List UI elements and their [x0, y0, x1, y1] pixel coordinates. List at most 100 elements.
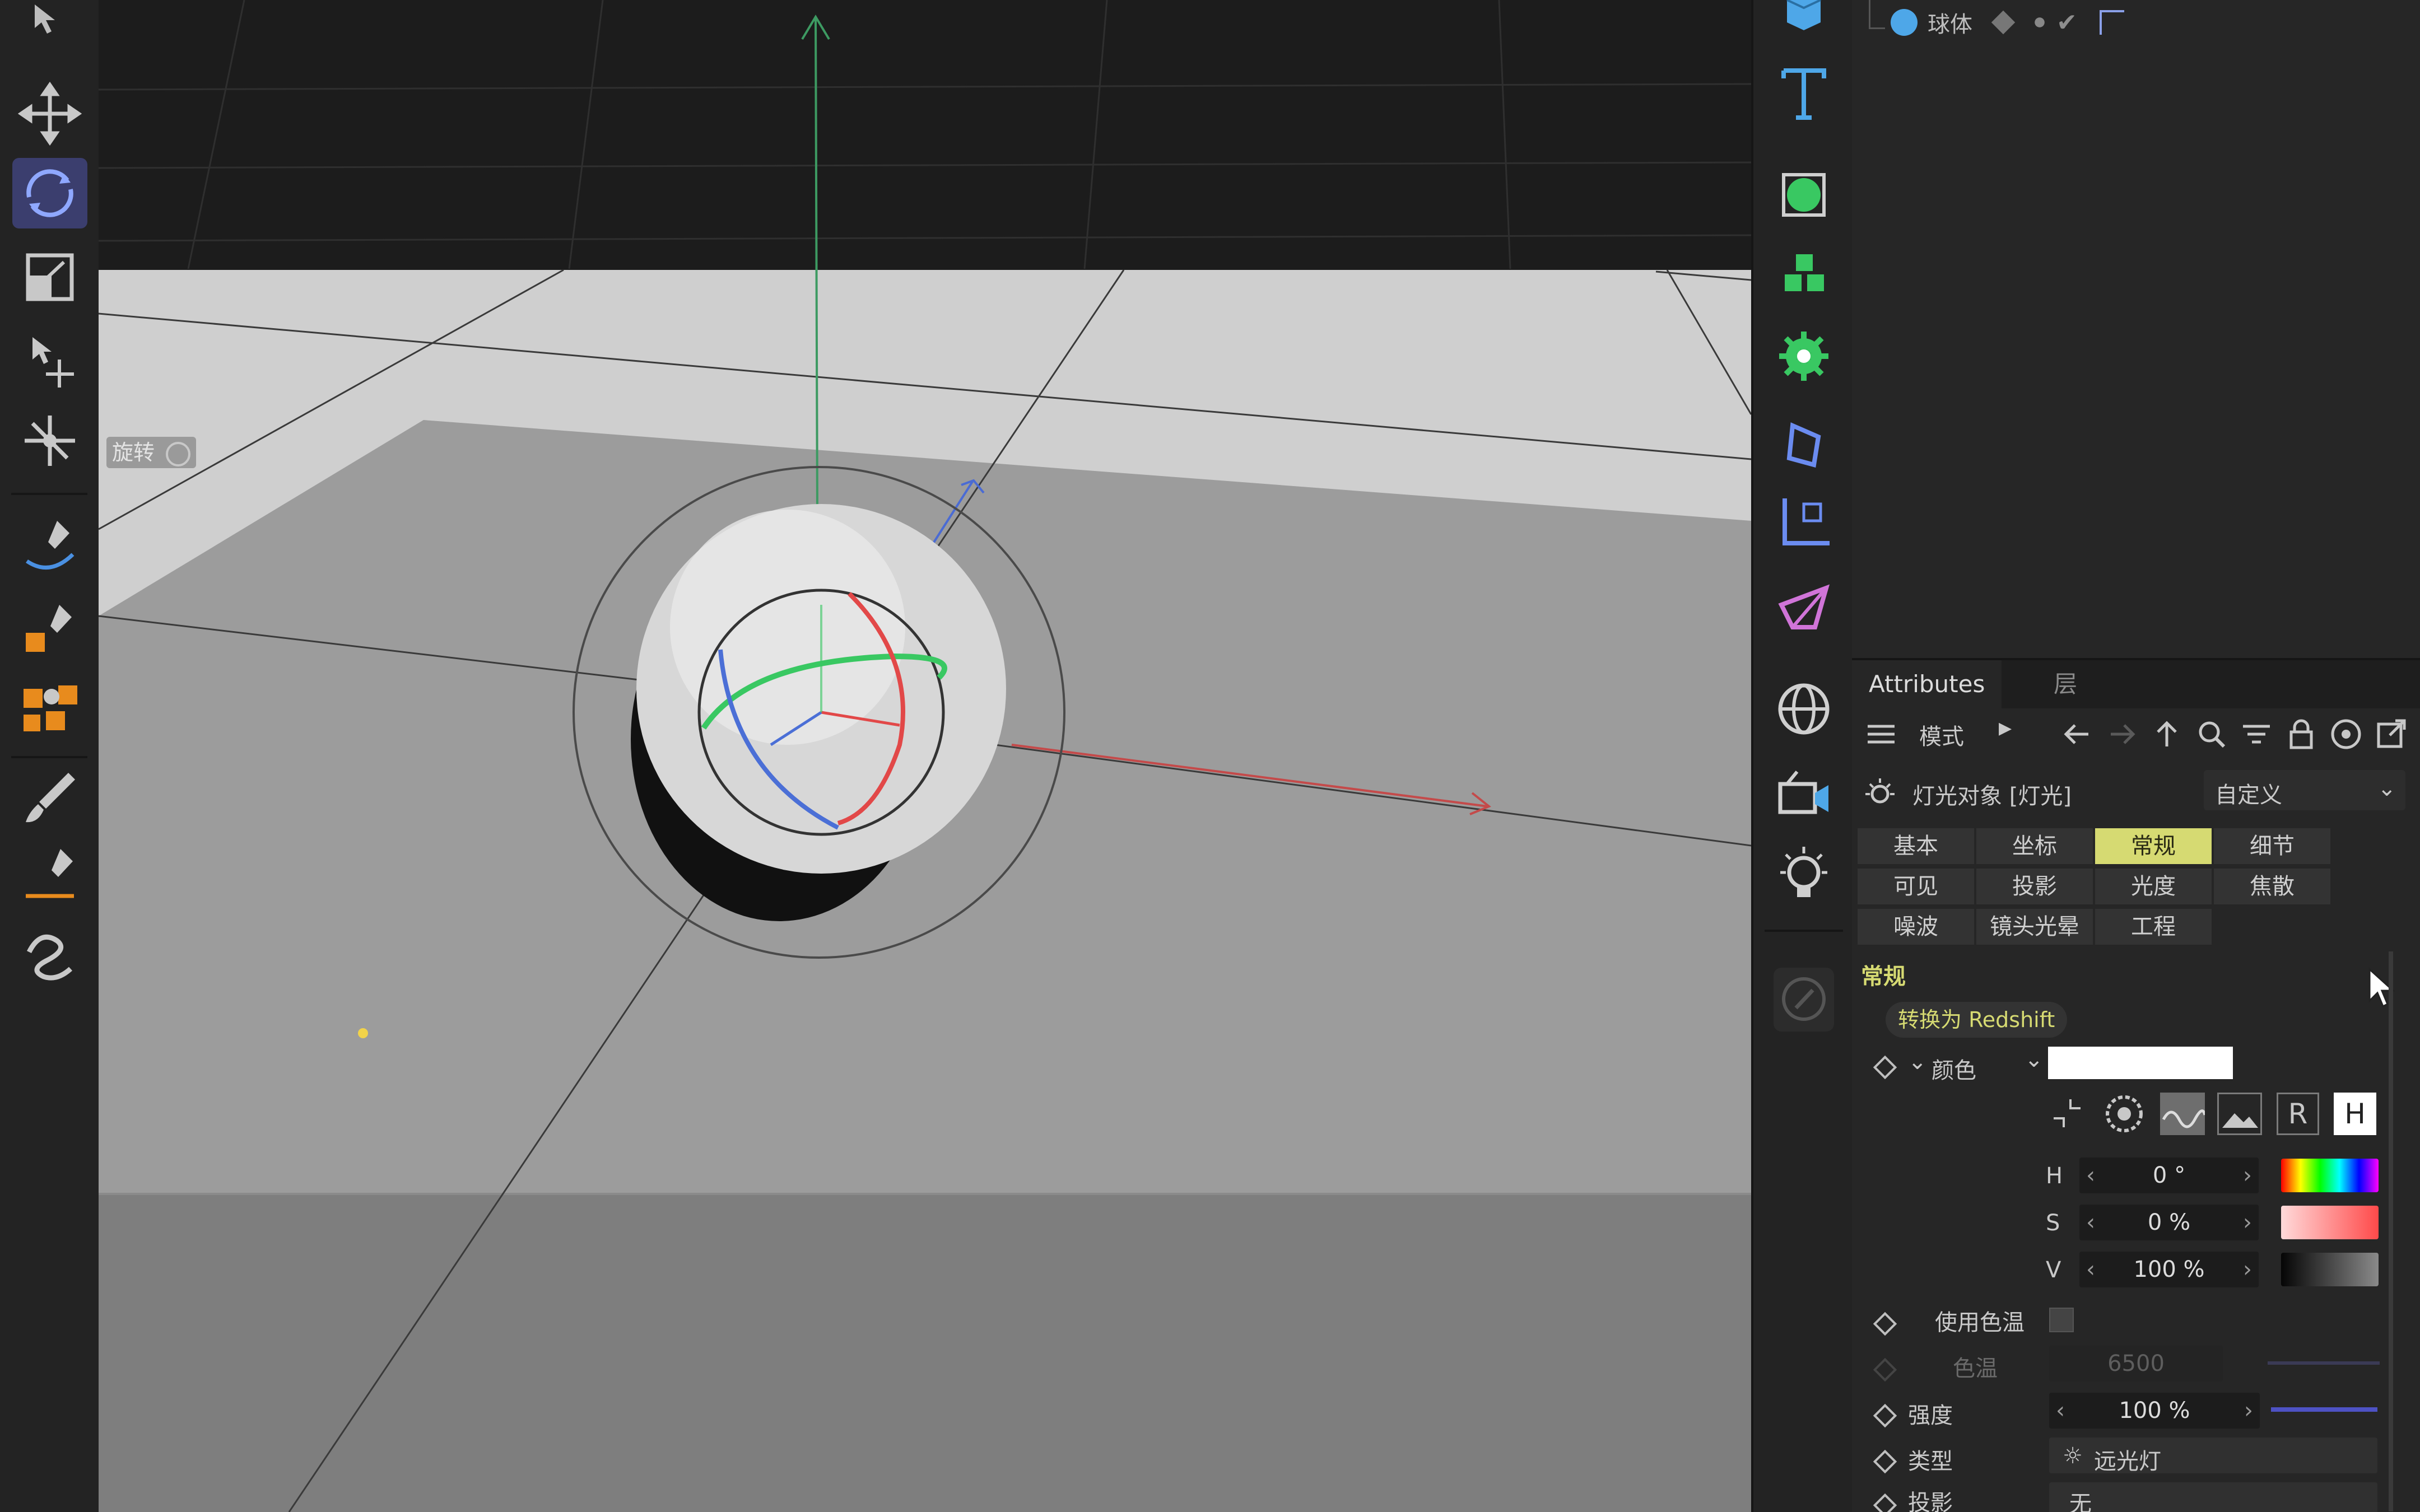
intensity-field[interactable]: ‹ 100 % › — [2049, 1393, 2260, 1429]
spline-pen-tool-button[interactable] — [12, 510, 87, 580]
rotate-tool-button[interactable] — [12, 158, 87, 228]
select-arrow-icon — [35, 4, 55, 34]
section-title: 常规 — [1861, 964, 1906, 990]
pen-line-tool-button[interactable] — [12, 840, 87, 911]
shadow-dropdown[interactable]: 无 — [2049, 1482, 2377, 1512]
mode-menu[interactable]: 模式 — [1919, 718, 1964, 751]
decrement-arrow-icon[interactable]: ‹ — [2086, 1205, 2095, 1240]
camera-object-button[interactable] — [1765, 756, 1843, 829]
multi-transform-tool-button[interactable] — [12, 405, 87, 476]
toolbar-divider — [11, 493, 87, 495]
prop-tab-1-1[interactable]: 投影 — [1976, 869, 2093, 904]
prop-tab-0-1[interactable]: 坐标 — [1976, 828, 2093, 864]
up-arrow-icon[interactable] — [2149, 716, 2185, 752]
color-picker-toggle-icon[interactable] — [2048, 1094, 2087, 1133]
scene-object-button[interactable] — [1765, 487, 1843, 560]
search-icon[interactable] — [2194, 716, 2230, 752]
attributes-panel: Attributes 层 模式 ▶ 灯光对象 [灯光] 自定义 ⌄ 基本 坐标 常规… — [1852, 658, 2420, 1512]
hue-field[interactable]: ‹ 0 ° › — [2079, 1158, 2259, 1193]
intensity-slider[interactable] — [2271, 1407, 2377, 1412]
object-row[interactable]: 球体 ✔ — [1869, 0, 2124, 45]
edit-object-button[interactable] — [1765, 963, 1843, 1036]
keyframe-diamond-icon[interactable] — [1873, 1449, 1897, 1474]
attributes-scrollbar[interactable] — [2389, 951, 2393, 1511]
cloner-object-button[interactable] — [1765, 241, 1843, 314]
increment-arrow-icon[interactable]: › — [2243, 1158, 2252, 1193]
object-palette-strip — [1751, 0, 1856, 1512]
prop-tab-2-2[interactable]: 工程 — [2095, 909, 2212, 945]
subdivision-icon — [1782, 173, 1826, 217]
saturation-gradient-slider[interactable] — [2281, 1206, 2379, 1239]
target-icon[interactable] — [2328, 716, 2364, 752]
hsv-mode-button[interactable]: H — [2334, 1093, 2376, 1135]
generator-object-button[interactable] — [1765, 157, 1843, 230]
color-swatch[interactable] — [2048, 1047, 2233, 1079]
value-gradient-slider[interactable] — [2281, 1253, 2379, 1286]
use-temperature-checkbox[interactable] — [2049, 1308, 2074, 1332]
deformer-object-button[interactable] — [1765, 319, 1843, 392]
convert-redshift-button[interactable]: 转换为 Redshift — [1886, 1002, 2068, 1038]
generator-tool-button[interactable] — [12, 672, 87, 743]
prop-tab-2-0[interactable]: 噪波 — [1858, 909, 1974, 945]
prop-tab-1-3[interactable]: 焦散 — [2214, 869, 2330, 904]
cube-cluster-icon — [24, 685, 77, 731]
filter-icon[interactable] — [2238, 716, 2274, 752]
tab-attributes[interactable]: Attributes — [1852, 660, 2002, 708]
preset-value: 自定义 — [2215, 782, 2282, 808]
keyframe-diamond-icon[interactable] — [1873, 1055, 1897, 1080]
mode-submenu-arrow-icon[interactable]: ▶ — [1999, 718, 2012, 738]
image-picker-icon[interactable] — [2217, 1093, 2262, 1135]
transform-tool-button[interactable] — [12, 326, 87, 396]
keyframe-diamond-icon[interactable] — [1873, 1312, 1897, 1336]
prop-tab-0-3[interactable]: 细节 — [2214, 828, 2330, 864]
tag-icon[interactable] — [2099, 10, 2124, 35]
move-tool-button[interactable] — [12, 78, 87, 149]
prop-tab-1-2[interactable]: 光度 — [2095, 869, 2212, 904]
increment-arrow-icon[interactable]: › — [2244, 1393, 2253, 1429]
increment-arrow-icon[interactable]: › — [2243, 1252, 2252, 1287]
strip-divider — [1765, 930, 1843, 932]
text-object-button[interactable] — [1765, 56, 1843, 129]
color-expand-chevron-icon[interactable]: ⌄ — [1908, 1049, 1927, 1075]
keyframe-diamond-icon[interactable] — [1873, 1493, 1897, 1512]
3d-viewport[interactable]: 旋转 — [99, 0, 1751, 1512]
check-icon[interactable]: ✔ — [2056, 8, 2077, 37]
back-arrow-icon[interactable] — [2059, 716, 2095, 752]
sketch-tool-button[interactable] — [12, 594, 87, 664]
field-object-button[interactable] — [1765, 409, 1843, 482]
light-type-dropdown[interactable]: ☼ 远光灯 — [2049, 1438, 2377, 1474]
cube-object-button[interactable] — [1765, 0, 1843, 56]
lock-icon[interactable] — [2283, 716, 2319, 752]
value-field[interactable]: ‹ 100 % › — [2079, 1252, 2259, 1287]
brush-tool-button[interactable] — [12, 762, 87, 832]
pencil-circle-icon — [1774, 968, 1834, 1032]
prop-tab-0-0[interactable]: 基本 — [1858, 828, 1974, 864]
forward-arrow-icon[interactable] — [2104, 716, 2140, 752]
tab-layers[interactable]: 层 — [2037, 660, 2094, 708]
keyframe-diamond-icon[interactable] — [1873, 1403, 1897, 1428]
spline-smooth-tool-button[interactable] — [12, 918, 87, 989]
prop-tab-1-0[interactable]: 可见 — [1858, 869, 1974, 904]
increment-arrow-icon[interactable]: › — [2243, 1205, 2252, 1240]
color-options-chevron-icon[interactable]: ⌄ — [2025, 1047, 2044, 1072]
new-window-icon[interactable] — [2373, 716, 2409, 752]
preset-dropdown[interactable]: 自定义 ⌄ — [2204, 770, 2405, 810]
prop-tab-0-2[interactable]: 常规 — [2095, 828, 2212, 864]
saturation-field[interactable]: ‹ 0 % › — [2079, 1205, 2259, 1240]
hue-gradient-slider[interactable] — [2281, 1159, 2379, 1192]
color-wheel-icon[interactable] — [2103, 1093, 2146, 1135]
spectrum-icon[interactable] — [2160, 1093, 2207, 1135]
scale-tool-button[interactable] — [12, 242, 87, 312]
decrement-arrow-icon[interactable]: ‹ — [2056, 1393, 2065, 1429]
type-label: 类型 — [1908, 1449, 1953, 1474]
rgb-mode-button[interactable]: R — [2277, 1093, 2319, 1135]
environment-object-button[interactable] — [1765, 672, 1843, 745]
menu-icon[interactable] — [1863, 716, 1899, 752]
decrement-arrow-icon[interactable]: ‹ — [2086, 1252, 2095, 1287]
light-object-button[interactable] — [1765, 840, 1843, 913]
prop-tab-2-1[interactable]: 镜头光晕 — [1976, 909, 2093, 945]
decrement-arrow-icon[interactable]: ‹ — [2086, 1158, 2095, 1193]
select-tool-button[interactable] — [12, 0, 87, 71]
shadow-label: 投影 — [1908, 1490, 1953, 1512]
tracer-object-button[interactable] — [1765, 571, 1843, 644]
